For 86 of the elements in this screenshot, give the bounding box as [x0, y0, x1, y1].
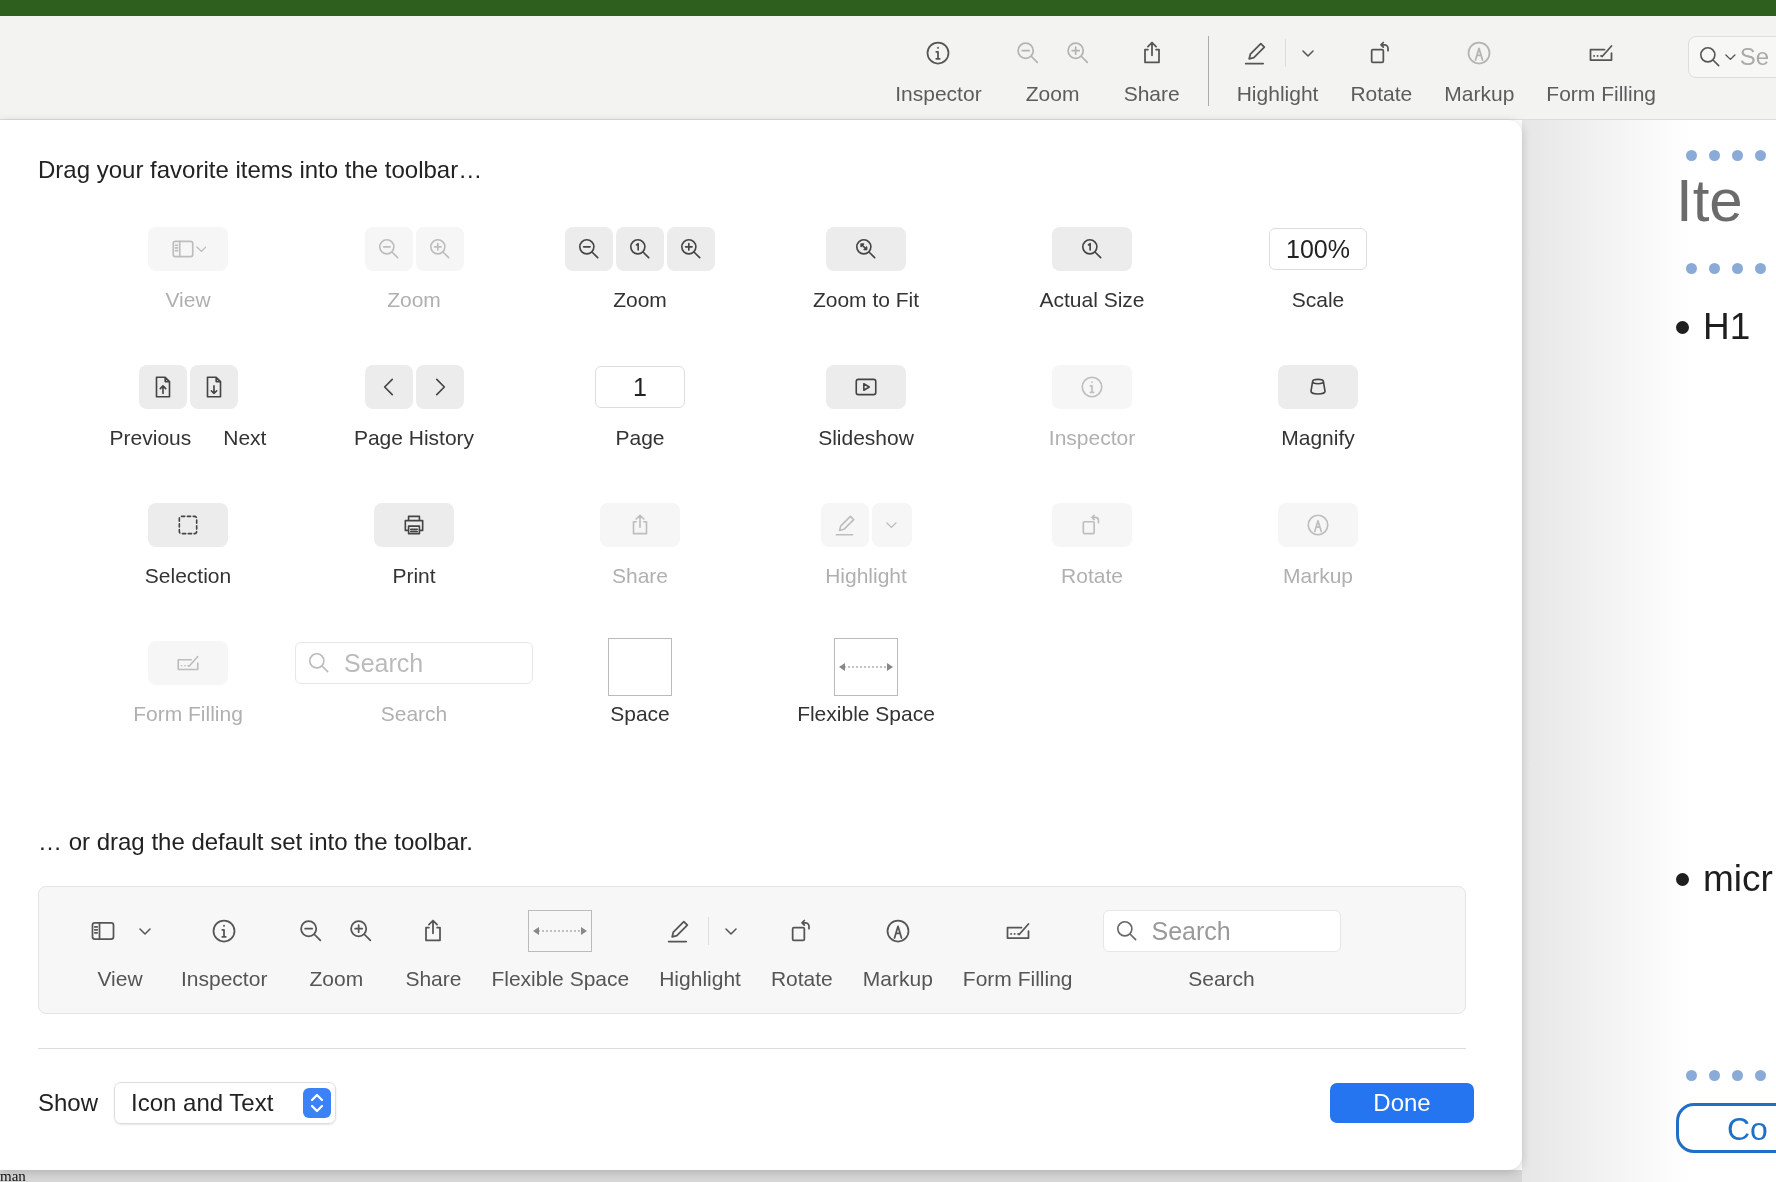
- search-input[interactable]: Search: [1149, 915, 1314, 947]
- back-button[interactable]: [364, 365, 413, 409]
- forward-button[interactable]: [415, 365, 464, 409]
- flexible-space-item[interactable]: [834, 638, 898, 696]
- zoom-out-button[interactable]: [565, 227, 613, 271]
- item-label: Form Filling: [133, 702, 243, 726]
- table-text: man: [0, 1170, 26, 1182]
- chevron-down-icon: [139, 927, 151, 935]
- search-input[interactable]: Se: [1737, 42, 1776, 72]
- toolbar-label: Inspector: [895, 82, 982, 106]
- item-label: Space: [610, 702, 670, 726]
- show-dropdown[interactable]: Icon and Text: [114, 1082, 337, 1124]
- item-label: Flexible Space: [797, 702, 935, 726]
- item-label: View: [165, 288, 211, 312]
- slideshow-button[interactable]: [826, 365, 906, 409]
- chevron-down-icon: [1302, 49, 1315, 57]
- print-button[interactable]: [374, 503, 454, 547]
- scale-field[interactable]: 100%: [1269, 228, 1367, 270]
- zoom-to-fit-button[interactable]: [826, 227, 906, 271]
- item-label: Print: [392, 564, 436, 588]
- toolbar-label: Form Filling: [1546, 82, 1656, 106]
- item-label: Highlight: [825, 564, 907, 588]
- item-label: Form Filling: [962, 967, 1073, 991]
- zoom-in-button[interactable]: [667, 227, 715, 271]
- previous-button[interactable]: [138, 365, 187, 409]
- item-label: Markup: [862, 967, 933, 991]
- bullet-text: micr: [1703, 858, 1773, 900]
- item-label: Previous: [109, 426, 192, 450]
- space-item[interactable]: [608, 638, 672, 696]
- bullet-text: H1: [1703, 306, 1751, 348]
- item-label: Selection: [144, 564, 232, 588]
- toolbar-label: Share: [1123, 82, 1180, 106]
- document-heading: Ite: [1676, 169, 1744, 233]
- item-label: Share: [611, 564, 668, 588]
- item-label: View: [97, 967, 143, 991]
- item-label: Slideshow: [818, 426, 914, 450]
- item-label: Zoom: [309, 967, 364, 991]
- chevron-down-icon: [724, 927, 737, 935]
- document-button[interactable]: Co: [1676, 1103, 1776, 1153]
- item-label: Zoom: [613, 288, 667, 312]
- toolbar-label: Markup: [1444, 82, 1515, 106]
- toolbar-label: Rotate: [1350, 82, 1413, 106]
- search-field[interactable]: Se: [1688, 36, 1776, 78]
- item-label: Magnify: [1281, 426, 1355, 450]
- item-label: Zoom to Fit: [812, 288, 920, 312]
- bullet-icon: [1676, 872, 1689, 886]
- item-label: Actual Size: [1039, 288, 1145, 312]
- markup-icon: [1305, 512, 1331, 538]
- item-label: Flexible Space: [491, 967, 630, 991]
- double-arrow-icon: [532, 925, 589, 937]
- chevron-down-icon: [1725, 53, 1736, 61]
- show-label: Show: [38, 1089, 99, 1117]
- default-toolbar-set[interactable]: View Inspector Zoom Share Flexible Space Highlight Rotate Markup Form Filling Search Search: [38, 886, 1466, 1014]
- item-label: Inspector: [1048, 426, 1136, 450]
- magnify-button[interactable]: [1278, 365, 1358, 409]
- item-label: Scale: [1291, 288, 1345, 312]
- next-button[interactable]: [189, 365, 238, 409]
- item-label: Search: [1188, 967, 1255, 991]
- item-label: Search: [380, 702, 448, 726]
- actual-size-button[interactable]: [616, 227, 664, 271]
- stepper-icon: [303, 1088, 332, 1118]
- actual-size-button[interactable]: [1052, 227, 1132, 271]
- double-arrow-icon: [838, 661, 894, 673]
- toolbar-label: Highlight: [1236, 82, 1319, 106]
- sheet-instruction: … or drag the default set into the toolbar.: [38, 828, 474, 856]
- info-icon: [1079, 374, 1105, 400]
- chevron-down-icon: [886, 521, 897, 529]
- page-number-field[interactable]: 1: [595, 366, 685, 408]
- item-label: Highlight: [659, 967, 741, 991]
- item-label: Rotate: [770, 967, 833, 991]
- item-label: Rotate: [1061, 564, 1123, 588]
- chevron-down-icon: [195, 245, 207, 253]
- item-label: Page History: [353, 426, 475, 450]
- toolbar-label: Zoom: [1025, 82, 1080, 106]
- selection-button[interactable]: [148, 503, 228, 547]
- done-button[interactable]: Done: [1330, 1083, 1474, 1123]
- item-label: Share: [405, 967, 462, 991]
- item-label: Page: [615, 426, 665, 450]
- item-label: Next: [223, 426, 267, 450]
- item-label: Markup: [1283, 564, 1353, 588]
- bullet-icon: [1676, 320, 1689, 334]
- item-label: Zoom: [387, 288, 441, 312]
- menu-button[interactable]: [1302, 49, 1315, 57]
- sheet-instruction: Drag your favorite items into the toolbar…: [38, 156, 484, 184]
- search-field[interactable]: Search: [1102, 910, 1341, 952]
- item-label: Inspector: [181, 967, 268, 991]
